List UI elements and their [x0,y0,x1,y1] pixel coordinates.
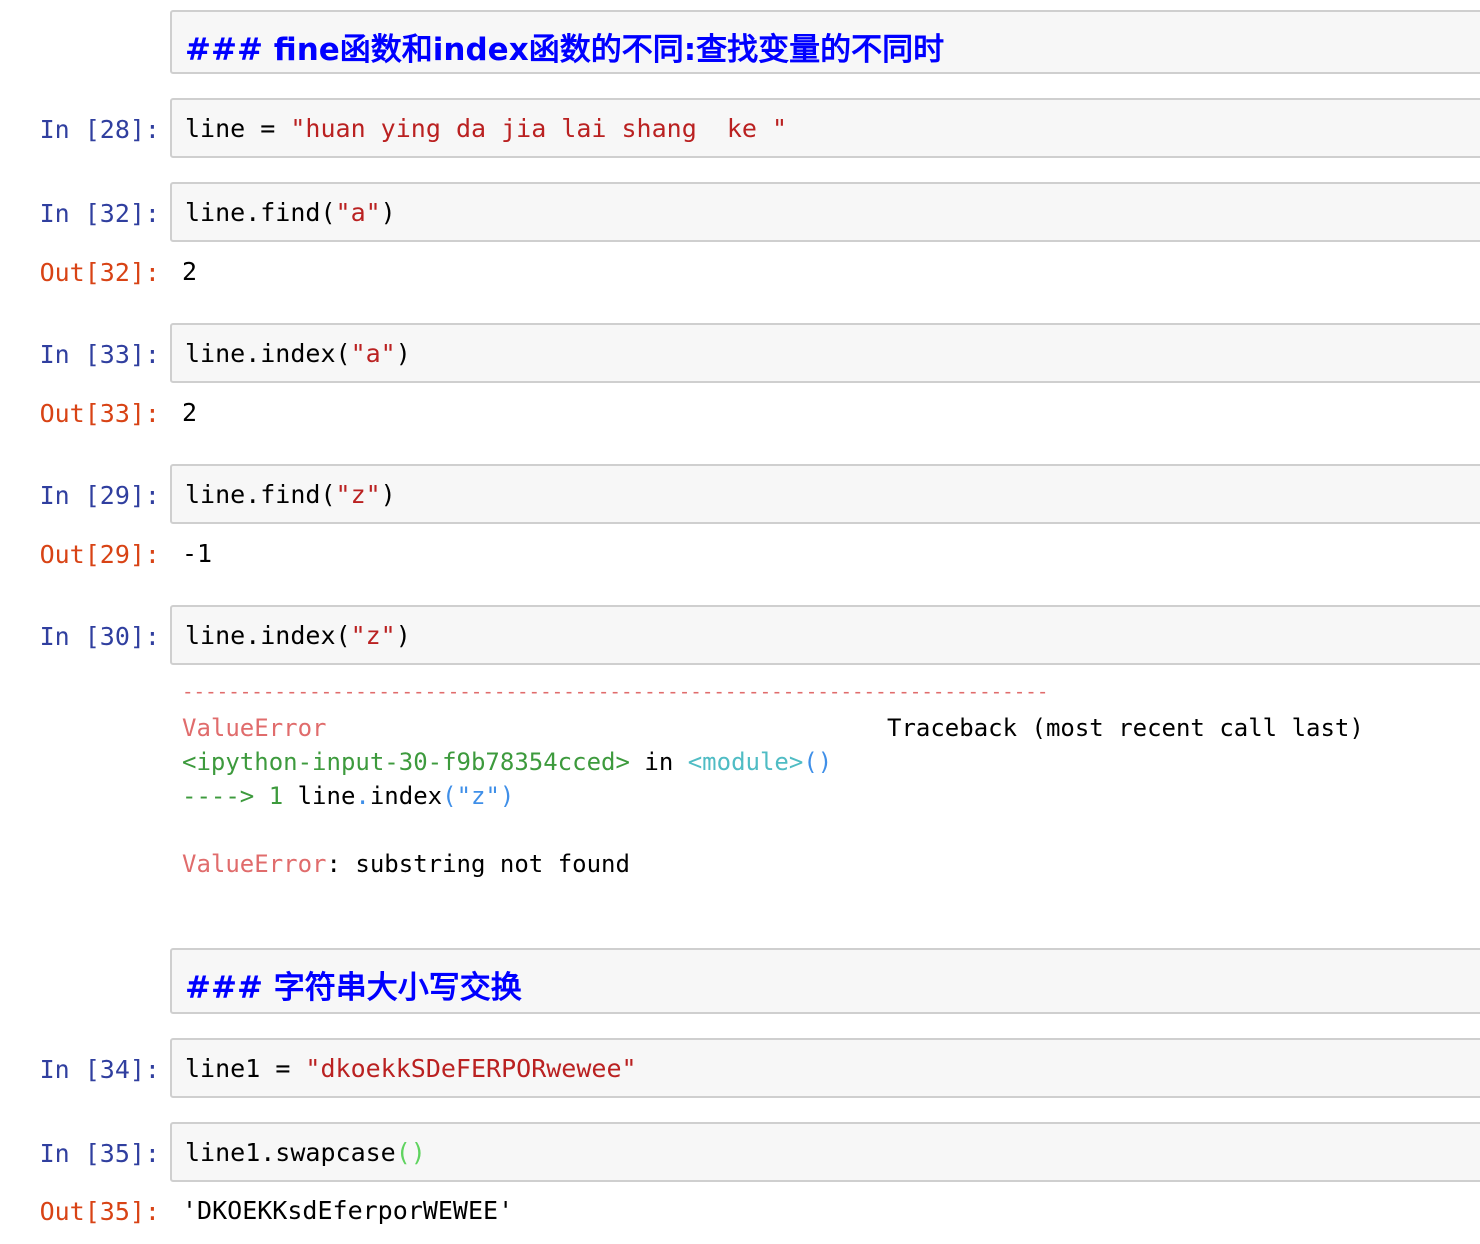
output-prompt-29: Out[29]: [39,540,160,569]
traceback-error-type: ValueError [182,714,327,742]
traceback-code-b: index [369,782,443,810]
code-cell-28[interactable]: line = "huan ying da jia lai shang ke " [170,98,1480,158]
markdown-cell-heading-2[interactable]: ### 字符串大小写交换 [170,948,1480,1014]
code-operator: = [260,1054,306,1083]
code-cell-34[interactable]: line1 = "dkoekkSDeFERPORwewee" [170,1038,1480,1098]
code-line: line1 = "dkoekkSDeFERPORwewee" [185,1054,637,1083]
code-call: line1.swapcase [185,1138,396,1167]
code-string: "dkoekkSDeFERPORwewee" [305,1054,637,1083]
code-cell-32[interactable]: line.find("a") [170,182,1480,242]
code-line: line.find("a") [185,198,396,227]
traceback-error-name: ValueError [182,850,327,878]
code-close-paren: ) [395,621,411,650]
traceback-paren-open: ( [442,782,457,810]
traceback-in-word: in [629,748,688,776]
input-prompt-28: In [28]: [39,115,160,144]
traceback-separator: ----------------------------------------… [182,680,1049,703]
traceback-code-line: ----> 1 line.index("z") [182,782,514,810]
traceback-code-a: line [283,782,356,810]
input-prompt-29: In [29]: [39,481,160,510]
output-prompt-32: Out[32]: [39,258,160,287]
code-string: "huan ying da jia lai shang ke " [290,114,788,143]
traceback-location: <ipython-input-30-f9b78354cced> in <modu… [182,748,832,776]
input-prompt-33: In [33]: [39,340,160,369]
input-prompt-32: In [32]: [39,199,160,228]
notebook: ### fine函数和index函数的不同:查找变量的不同时 In [28]: … [0,0,1480,1244]
output-value-33: 2 [182,398,198,427]
traceback-error-message: : substring not found [326,850,630,878]
code-line: line1.swapcase() [185,1138,426,1167]
traceback-module-parens: () [803,748,833,776]
traceback-line-number: 1 [254,782,284,810]
input-prompt-34: In [34]: [39,1055,160,1084]
code-cell-30[interactable]: line.index("z") [170,605,1480,665]
traceback-header-right: Traceback (most recent call last) [887,714,1364,742]
traceback-code-dot: . [355,782,370,810]
traceback-arrow: ----> [182,782,255,810]
markdown-heading-text: ### 字符串大小写交换 [185,970,522,1006]
code-string: "z" [350,621,396,650]
code-call: line.index( [185,621,351,650]
output-value-29: -1 [182,539,213,568]
output-prompt-33: Out[33]: [39,399,160,428]
code-line: line = "huan ying da jia lai shang ke " [185,114,787,143]
code-cell-29[interactable]: line.find("z") [170,464,1480,524]
output-value-35: 'DKOEKKsdEferporWEWEE' [182,1196,514,1225]
code-line: line.index("z") [185,621,411,650]
input-prompt-35: In [35]: [39,1139,160,1168]
code-string: "a" [335,198,381,227]
code-variable: line1 [185,1054,261,1083]
code-call: line.find( [185,480,336,509]
traceback-module-ref: <module> [687,748,804,776]
markdown-cell-heading-1[interactable]: ### fine函数和index函数的不同:查找变量的不同时 [170,10,1480,74]
code-close-paren: ) [395,339,411,368]
markdown-heading-text: ### fine函数和index函数的不同:查找变量的不同时 [185,32,945,68]
code-line: line.find("z") [185,480,396,509]
code-close-paren: ) [380,198,396,227]
traceback-string: "z" [456,782,500,810]
code-cell-33[interactable]: line.index("a") [170,323,1480,383]
traceback-paren-close: ) [499,782,515,810]
code-string: "a" [350,339,396,368]
code-call: line.index( [185,339,351,368]
input-prompt-30: In [30]: [39,622,160,651]
code-cell-35[interactable]: line1.swapcase() [170,1122,1480,1182]
code-call: line.find( [185,198,336,227]
code-variable: line [185,114,246,143]
code-string: "z" [335,480,381,509]
code-parens: () [395,1138,426,1167]
traceback-header: ValueError [182,714,327,742]
code-line: line.index("a") [185,339,411,368]
code-close-paren: ) [380,480,396,509]
output-value-32: 2 [182,257,198,286]
code-operator: = [245,114,291,143]
output-prompt-35: Out[35]: [39,1197,160,1226]
traceback-input-ref: <ipython-input-30-f9b78354cced> [182,748,630,776]
traceback-error-line: ValueError: substring not found [182,850,630,878]
